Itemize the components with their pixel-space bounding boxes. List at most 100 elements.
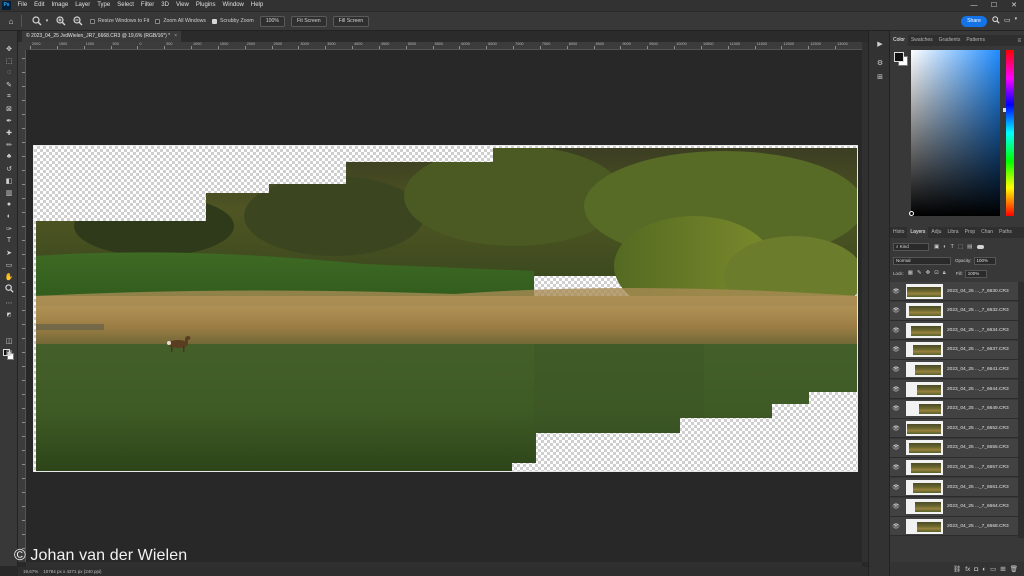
visibility-eye-icon[interactable]: 👁︎ bbox=[890, 484, 902, 491]
layer-name[interactable]: 2023_04_25 ..._7_6657.CR3 bbox=[947, 465, 1009, 470]
visibility-eye-icon[interactable]: 👁︎ bbox=[890, 288, 902, 295]
hue-slider-marker[interactable] bbox=[1003, 108, 1006, 112]
layer-thumbnail[interactable] bbox=[906, 361, 943, 377]
visibility-eye-icon[interactable]: 👁︎ bbox=[890, 386, 902, 393]
layer-row[interactable]: 👁︎ 2023_04_25 ..._7_6655.CR3 bbox=[890, 438, 1018, 458]
properties-icon[interactable]: ⚙ bbox=[874, 59, 886, 69]
checkbox-box[interactable] bbox=[155, 18, 161, 24]
minimize-button[interactable]: — bbox=[964, 0, 984, 11]
pen-tool-icon[interactable]: ✑ bbox=[2, 223, 16, 234]
layer-row[interactable]: 👁︎ 2023_04_25 ..._7_6632.CR3 bbox=[890, 301, 1018, 321]
tab-histogram[interactable]: Histo bbox=[890, 227, 907, 238]
add-mask-icon[interactable]: ◘ bbox=[974, 566, 978, 573]
layers-scrollbar[interactable] bbox=[1018, 282, 1024, 538]
blend-mode-select[interactable]: Normal bbox=[893, 256, 951, 265]
menu-image[interactable]: Image bbox=[48, 0, 72, 11]
eraser-tool-icon[interactable]: ◧ bbox=[2, 175, 16, 186]
color-field-marker[interactable] bbox=[909, 211, 914, 216]
tab-layers[interactable]: Layers bbox=[907, 227, 929, 238]
brush-tool-icon[interactable]: ✏ bbox=[2, 139, 16, 150]
menu-type[interactable]: Type bbox=[94, 0, 114, 11]
layer-name[interactable]: 2023_04_25 ..._7_6664.CR3 bbox=[947, 504, 1009, 509]
marquee-tool-icon[interactable]: ⬚ bbox=[2, 55, 16, 66]
layer-name[interactable]: 2023_04_25 ..._7_6652.CR3 bbox=[947, 426, 1009, 431]
layer-row[interactable]: 👁︎ 2023_04_25 ..._7_6649.CR3 bbox=[890, 399, 1018, 419]
layer-row[interactable]: 👁︎ 2023_04_25 ..._7_6657.CR3 bbox=[890, 458, 1018, 478]
adjustments-icon[interactable]: ⊞ bbox=[874, 73, 886, 83]
gradient-tool-icon[interactable]: ▥ bbox=[2, 187, 16, 198]
canvas-area[interactable] bbox=[26, 50, 862, 562]
fill-input[interactable]: 100% bbox=[964, 269, 987, 278]
scrubby-zoom-checkbox[interactable]: Scrubby Zoom bbox=[212, 18, 254, 24]
document-tab[interactable]: © 2023_04_25 JvdWielen_JR7_6668.CR3 @ 19… bbox=[22, 31, 182, 42]
layer-name[interactable]: 2023_04_25 ..._7_6644.CR3 bbox=[947, 387, 1009, 392]
lock-all-icon[interactable]: 🔒︎ bbox=[943, 270, 946, 277]
play-icon[interactable]: ▶ bbox=[874, 40, 886, 50]
panel-menu-icon[interactable]: ≡ bbox=[1017, 38, 1021, 44]
frame-tool-icon[interactable]: ⊠ bbox=[2, 103, 16, 114]
lock-image-icon[interactable]: ✎ bbox=[917, 270, 922, 277]
home-icon[interactable]: ⌂ bbox=[5, 15, 17, 27]
delete-layer-icon[interactable]: 🗑︎ bbox=[1010, 565, 1018, 573]
layer-name[interactable]: 2023_04_25 ..._7_6637.CR3 bbox=[947, 347, 1009, 352]
foreground-color-chip[interactable] bbox=[894, 52, 904, 62]
workspace-icon[interactable]: ▭ bbox=[1004, 16, 1011, 26]
horizontal-ruler[interactable]: 2000 1500 1000 500 0 500 1000 1500 2000 2500 3000 3… bbox=[30, 42, 862, 50]
new-group-icon[interactable]: ▭ bbox=[990, 565, 996, 573]
color-picker-field[interactable] bbox=[911, 50, 1000, 216]
quick-mask-icon[interactable]: ◫ bbox=[2, 335, 16, 346]
resize-windows-checkbox[interactable]: Resize Windows to Fit bbox=[90, 18, 149, 24]
more-tools-icon[interactable]: ⋯ bbox=[2, 297, 16, 308]
smart-object-filter-icon[interactable]: ▤ bbox=[967, 244, 972, 250]
maximize-button[interactable]: ☐ bbox=[984, 0, 1004, 11]
menu-edit[interactable]: Edit bbox=[31, 0, 48, 11]
layer-row[interactable]: 👁︎ 2023_04_25 ..._7_6637.CR3 bbox=[890, 340, 1018, 360]
zoom-out-icon[interactable] bbox=[72, 15, 84, 27]
visibility-eye-icon[interactable]: 👁︎ bbox=[890, 366, 902, 373]
kind-filter-select[interactable]: ⌕ Kind bbox=[893, 242, 929, 251]
tab-libraries[interactable]: Libra bbox=[944, 227, 961, 238]
tab-gradients[interactable]: Gradients bbox=[936, 35, 964, 46]
visibility-eye-icon[interactable]: 👁︎ bbox=[890, 307, 902, 314]
lock-position-icon[interactable]: ✥ bbox=[926, 270, 931, 277]
layer-name[interactable]: 2023_04_25 ..._7_6668.CR3 bbox=[947, 524, 1009, 529]
new-layer-icon[interactable]: ⊞ bbox=[1000, 565, 1005, 573]
menu-layer[interactable]: Layer bbox=[72, 0, 94, 11]
healing-brush-tool-icon[interactable]: ✚ bbox=[2, 127, 16, 138]
checkbox-box-checked[interactable] bbox=[212, 18, 217, 24]
tab-swatches[interactable]: Swatches bbox=[908, 35, 936, 46]
lasso-tool-icon[interactable]: ◌ bbox=[2, 67, 16, 78]
blur-tool-icon[interactable]: ● bbox=[2, 199, 16, 210]
checkbox-box[interactable] bbox=[90, 18, 95, 24]
layer-thumbnail[interactable] bbox=[906, 499, 943, 515]
layer-thumbnail[interactable] bbox=[906, 479, 943, 495]
clone-stamp-tool-icon[interactable]: ♣ bbox=[2, 151, 16, 162]
close-window-button[interactable]: ✕ bbox=[1004, 0, 1024, 11]
visibility-eye-icon[interactable]: 👁︎ bbox=[890, 405, 902, 412]
tab-paths[interactable]: Paths bbox=[996, 227, 1015, 238]
quick-select-tool-icon[interactable]: ✎ bbox=[2, 79, 16, 90]
shape-filter-icon[interactable]: ⬚ bbox=[958, 244, 963, 250]
document-canvas[interactable] bbox=[33, 145, 858, 472]
layer-row[interactable]: 👁︎ 2023_04_25 ..._7_6652.CR3 bbox=[890, 419, 1018, 439]
layer-row[interactable]: 👁︎ 2023_04_25 ..._7_6630.CR3 bbox=[890, 282, 1018, 301]
default-colors-icon[interactable]: ◩ bbox=[2, 309, 16, 320]
layer-name[interactable]: 2023_04_25 ..._7_6630.CR3 bbox=[947, 289, 1009, 294]
vertical-ruler[interactable] bbox=[18, 50, 26, 562]
link-layers-icon[interactable]: ⛓ bbox=[953, 565, 961, 573]
adjustment-layer-icon[interactable]: ◐ bbox=[982, 566, 986, 573]
tab-patterns[interactable]: Patterns bbox=[963, 35, 988, 46]
type-filter-icon[interactable]: T bbox=[951, 244, 954, 250]
tab-adjustments[interactable]: Adju bbox=[928, 227, 944, 238]
menu-file[interactable]: File bbox=[14, 0, 31, 11]
layer-thumbnail[interactable] bbox=[906, 322, 943, 338]
zoom-all-windows-checkbox[interactable]: Zoom All Windows bbox=[155, 18, 206, 24]
menu-plugins[interactable]: Plugins bbox=[192, 0, 219, 11]
pixel-filter-icon[interactable]: ▣ bbox=[934, 244, 939, 250]
filter-toggle[interactable] bbox=[977, 244, 985, 249]
layer-thumbnail[interactable] bbox=[906, 459, 943, 475]
layer-name[interactable]: 2023_04_25 ..._7_6655.CR3 bbox=[947, 445, 1009, 450]
layer-thumbnail[interactable] bbox=[906, 303, 943, 319]
layer-thumbnail[interactable] bbox=[906, 420, 943, 436]
layer-row[interactable]: 👁︎ 2023_04_25 ..._7_6641.CR3 bbox=[890, 360, 1018, 380]
